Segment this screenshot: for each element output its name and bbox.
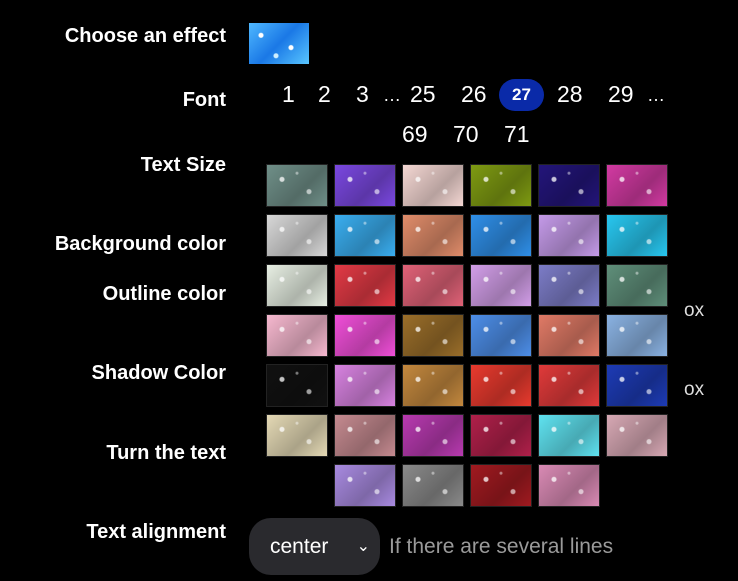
effect-thumbnail[interactable] (334, 314, 396, 357)
effect-thumbnail[interactable] (266, 214, 328, 257)
effect-thumbnail[interactable] (606, 164, 668, 207)
text-size-label: Text Size (140, 154, 226, 176)
font-page-25[interactable]: 25 (410, 81, 436, 108)
font-page-71[interactable]: 71 (504, 121, 530, 148)
font-page-26[interactable]: 26 (461, 81, 487, 108)
chevron-down-icon: ⌄ (356, 538, 370, 555)
alignment-select[interactable]: center ⌄ (249, 518, 380, 575)
clipped-text-1: ox (684, 300, 705, 321)
effect-thumbnail[interactable] (334, 364, 396, 407)
effect-thumbnail[interactable] (606, 414, 668, 457)
effect-thumbnail[interactable] (538, 314, 600, 357)
font-page-2[interactable]: 2 (318, 81, 331, 108)
effect-thumbnail[interactable] (606, 364, 668, 407)
text-alignment-label: Text alignment (86, 521, 226, 543)
effect-thumbnail[interactable] (538, 464, 600, 507)
effect-thumbnail[interactable] (334, 464, 396, 507)
effect-thumbnail[interactable] (470, 314, 532, 357)
font-page-3[interactable]: 3 (356, 81, 369, 108)
selected-effect-thumbnail[interactable] (249, 23, 309, 64)
font-page-69[interactable]: 69 (402, 121, 428, 148)
effect-thumbnail[interactable] (402, 414, 464, 457)
effect-thumbnail[interactable] (470, 264, 532, 307)
font-page-29[interactable]: 29 (608, 81, 634, 108)
font-page-1[interactable]: 1 (282, 81, 295, 108)
effect-thumbnail[interactable] (334, 264, 396, 307)
effect-thumbnail[interactable] (470, 214, 532, 257)
turn-text-label: Turn the text (106, 442, 226, 464)
shadow-color-label: Shadow Color (91, 362, 226, 384)
font-page-28[interactable]: 28 (557, 81, 583, 108)
effect-thumbnail[interactable] (402, 214, 464, 257)
font-page-ellipsis-2: … (647, 85, 665, 105)
effect-thumbnail[interactable] (538, 264, 600, 307)
effect-thumbnail[interactable] (402, 314, 464, 357)
effect-thumbnail[interactable] (470, 164, 532, 207)
effect-thumbnail[interactable] (606, 264, 668, 307)
effect-thumbnail[interactable] (266, 164, 328, 207)
effect-thumbnail[interactable] (334, 164, 396, 207)
alignment-hint: If there are several lines (389, 535, 614, 558)
effect-thumbnail[interactable] (266, 414, 328, 457)
effect-thumbnail[interactable] (334, 414, 396, 457)
effect-thumbnail[interactable] (538, 214, 600, 257)
effect-thumbnail[interactable] (470, 464, 532, 507)
effect-thumbnail[interactable] (402, 264, 464, 307)
effect-label: Choose an effect (64, 25, 226, 47)
font-page-70[interactable]: 70 (453, 121, 479, 148)
effect-thumbnail[interactable] (606, 314, 668, 357)
effect-thumbnail[interactable] (402, 164, 464, 207)
effect-thumbnail[interactable] (334, 214, 396, 257)
effect-thumbnail[interactable] (538, 414, 600, 457)
effect-thumbnail[interactable] (266, 314, 328, 357)
clipped-text-2: ox (684, 379, 705, 400)
font-page-ellipsis-1: … (383, 85, 401, 105)
effect-thumbnail[interactable] (470, 414, 532, 457)
alignment-select-value: center (270, 535, 329, 558)
font-page-current[interactable]: 27 (499, 79, 544, 111)
effect-thumbnail[interactable] (402, 364, 464, 407)
effect-thumbnail[interactable] (266, 264, 328, 307)
background-color-label: Background color (54, 233, 226, 255)
outline-color-label: Outline color (102, 283, 226, 305)
font-pager: 1 2 3 … 25 26 27 28 29 … 69 70 71 (0, 79, 738, 151)
effect-thumbnail[interactable] (470, 364, 532, 407)
effect-thumbnail[interactable] (538, 364, 600, 407)
effect-thumbnail[interactable] (402, 464, 464, 507)
effect-thumbnail[interactable] (538, 164, 600, 207)
effect-thumbnail[interactable] (266, 364, 328, 407)
effect-thumbnail[interactable] (606, 214, 668, 257)
